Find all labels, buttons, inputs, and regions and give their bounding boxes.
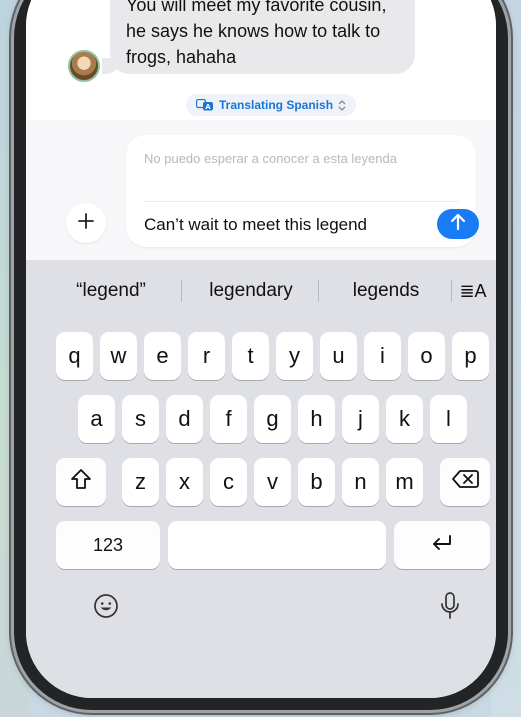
key-q[interactable]: q bbox=[56, 332, 93, 380]
emoji-button[interactable] bbox=[90, 592, 122, 624]
microphone-icon bbox=[439, 591, 461, 626]
suggestion-divider bbox=[451, 280, 452, 302]
incoming-message-bubble[interactable]: You will meet my favorite cousin, he say… bbox=[110, 0, 415, 74]
keyboard: “legend” legendary legends ≣A q w e r t … bbox=[26, 260, 496, 698]
attach-button[interactable] bbox=[66, 203, 106, 243]
key-v[interactable]: v bbox=[254, 458, 291, 506]
key-n[interactable]: n bbox=[342, 458, 379, 506]
phone-screen: You will meet my favorite cousin, he say… bbox=[26, 0, 496, 698]
key-o[interactable]: o bbox=[408, 332, 445, 380]
key-b[interactable]: b bbox=[298, 458, 335, 506]
arrow-up-icon bbox=[450, 213, 466, 236]
plus-icon bbox=[77, 212, 95, 235]
input-divider bbox=[144, 201, 458, 202]
key-p[interactable]: p bbox=[452, 332, 489, 380]
key-h[interactable]: h bbox=[298, 395, 335, 443]
return-icon bbox=[430, 532, 454, 558]
message-input-box[interactable]: No puedo esperar a conocer a esta leyend… bbox=[126, 135, 479, 247]
message-input-text[interactable]: Can’t wait to meet this legend bbox=[144, 213, 367, 237]
delete-key[interactable] bbox=[440, 458, 490, 506]
key-r[interactable]: r bbox=[188, 332, 225, 380]
contact-avatar[interactable] bbox=[68, 50, 100, 82]
key-i[interactable]: i bbox=[364, 332, 401, 380]
key-g[interactable]: g bbox=[254, 395, 291, 443]
return-key[interactable] bbox=[394, 521, 490, 569]
key-w[interactable]: w bbox=[100, 332, 137, 380]
key-m[interactable]: m bbox=[386, 458, 423, 506]
phone-frame: You will meet my favorite cousin, he say… bbox=[14, 0, 508, 710]
key-s[interactable]: s bbox=[122, 395, 159, 443]
key-a[interactable]: a bbox=[78, 395, 115, 443]
key-z[interactable]: z bbox=[122, 458, 159, 506]
key-f[interactable]: f bbox=[210, 395, 247, 443]
suggestion-divider bbox=[181, 280, 182, 302]
suggestion-3[interactable]: legends bbox=[321, 270, 451, 312]
key-l[interactable]: l bbox=[430, 395, 467, 443]
original-language-text: No puedo esperar a conocer a esta leyend… bbox=[144, 151, 397, 166]
suggestion-1[interactable]: “legend” bbox=[46, 270, 176, 312]
svg-text:A: A bbox=[205, 103, 211, 111]
key-y[interactable]: y bbox=[276, 332, 313, 380]
emoji-icon bbox=[93, 593, 119, 624]
translate-icon: A bbox=[196, 99, 214, 111]
translation-status-pill[interactable]: A Translating Spanish bbox=[186, 94, 357, 116]
suggestion-divider bbox=[318, 280, 319, 302]
translation-status-label: Translating Spanish bbox=[219, 98, 334, 112]
space-bar[interactable] bbox=[168, 521, 386, 569]
chevron-up-down-icon bbox=[338, 99, 346, 111]
dictation-button[interactable] bbox=[434, 590, 466, 626]
key-x[interactable]: x bbox=[166, 458, 203, 506]
key-k[interactable]: k bbox=[386, 395, 423, 443]
suggestion-2[interactable]: legendary bbox=[186, 270, 316, 312]
key-c[interactable]: c bbox=[210, 458, 247, 506]
numbers-key[interactable]: 123 bbox=[56, 521, 160, 569]
key-t[interactable]: t bbox=[232, 332, 269, 380]
key-u[interactable]: u bbox=[320, 332, 357, 380]
key-e[interactable]: e bbox=[144, 332, 181, 380]
shift-key[interactable] bbox=[56, 458, 106, 506]
key-d[interactable]: d bbox=[166, 395, 203, 443]
predictive-suggestions-bar: “legend” legendary legends ≣A bbox=[26, 270, 496, 312]
incoming-message-text: You will meet my favorite cousin, he say… bbox=[126, 0, 387, 67]
shift-icon bbox=[70, 468, 92, 496]
delete-icon bbox=[451, 469, 479, 495]
text-format-icon[interactable]: ≣A bbox=[456, 270, 490, 312]
send-button[interactable] bbox=[437, 209, 479, 239]
key-j[interactable]: j bbox=[342, 395, 379, 443]
